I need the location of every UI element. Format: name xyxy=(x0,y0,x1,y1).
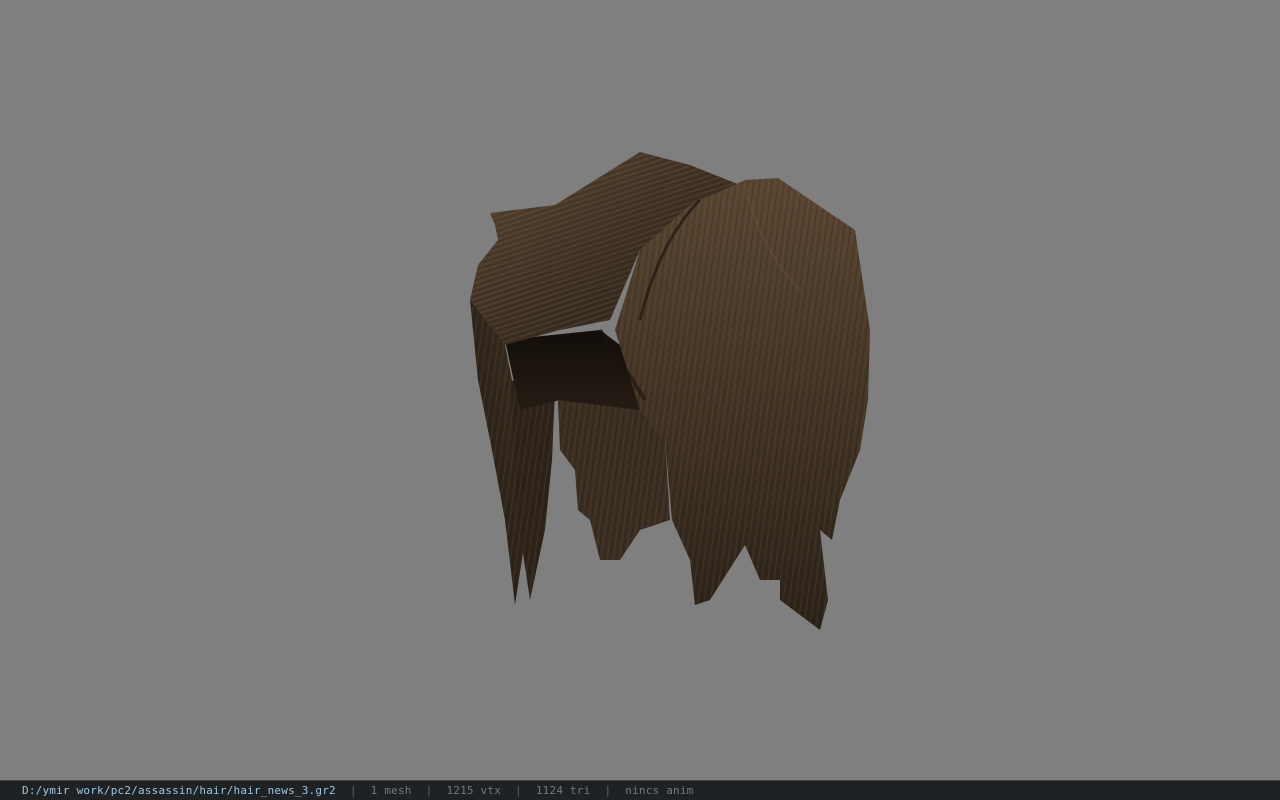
mesh-count-label: 1 mesh xyxy=(370,784,412,797)
3d-viewport[interactable] xyxy=(0,0,1280,780)
file-path-label: D:/ymir work/pc2/assassin/hair/hair_news… xyxy=(22,784,336,797)
triangle-count-label: 1124 tri xyxy=(535,784,591,797)
status-separator: | xyxy=(515,784,522,797)
hair-model-render[interactable] xyxy=(0,0,1280,780)
vertex-count-label: 1215 vtx xyxy=(446,784,502,797)
status-separator: | xyxy=(425,784,433,797)
status-bar: D:/ymir work/pc2/assassin/hair/hair_news… xyxy=(0,780,1280,800)
animation-status-label: nincs anim xyxy=(625,784,694,797)
status-separator: | xyxy=(349,784,357,797)
hair-right-mass xyxy=(615,178,870,630)
status-separator: | xyxy=(604,784,612,797)
